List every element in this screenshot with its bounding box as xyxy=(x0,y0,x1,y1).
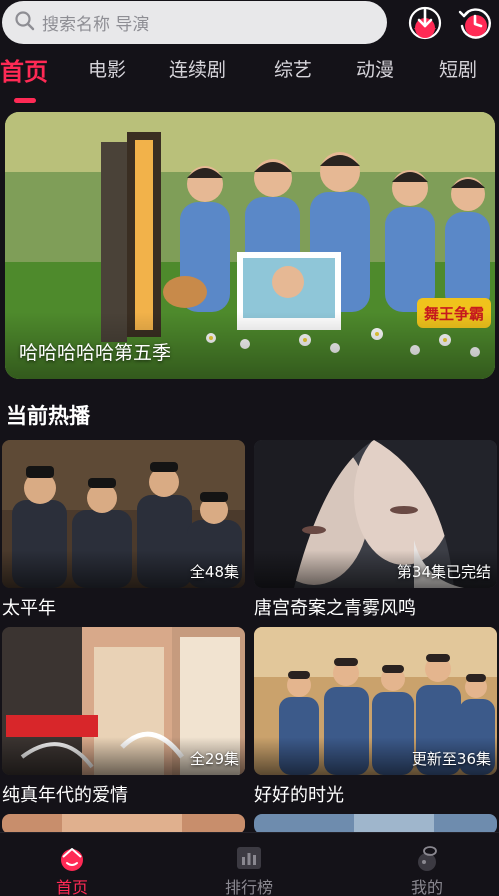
search-bar[interactable]: 搜索名称 导演 xyxy=(2,1,387,44)
section-title: 当前热播 xyxy=(6,404,90,428)
download-button[interactable] xyxy=(406,4,444,42)
nav-profile-label: 我的 xyxy=(410,878,443,896)
tab-short-drama[interactable]: 短剧 xyxy=(439,55,477,82)
show-card-taipingnian[interactable]: 全48集 太平年 xyxy=(2,440,245,619)
show-card-chunzhen[interactable]: 全29集 纯真年代的爱情 xyxy=(2,627,245,806)
home-icon xyxy=(32,843,112,873)
episode-badge: 更新至36集 xyxy=(411,750,491,768)
show-card-partial[interactable] xyxy=(254,814,497,834)
show-poster[interactable]: 全48集 xyxy=(2,440,245,588)
ranking-icon xyxy=(209,843,289,873)
app-screen: 搜索名称 导演 首页 电影 连续剧 综艺 动漫 短剧 哈哈哈哈哈第五季 当前热播… xyxy=(0,0,499,896)
show-poster[interactable] xyxy=(2,814,245,834)
tab-series[interactable]: 连续剧 xyxy=(169,55,226,82)
search-placeholder[interactable]: 搜索名称 导演 xyxy=(42,10,149,35)
profile-icon xyxy=(387,843,467,873)
show-title[interactable]: 唐宫奇案之青雾风鸣 xyxy=(254,594,416,620)
history-button[interactable] xyxy=(456,4,494,42)
nav-profile[interactable]: 我的 xyxy=(387,843,467,896)
history-icon xyxy=(456,8,494,46)
bottom-navigation: 首页 排行榜 我的 xyxy=(0,832,499,896)
episode-badge: 全29集 xyxy=(189,750,239,768)
category-tabs: 首页 电影 连续剧 综艺 动漫 短剧 xyxy=(0,55,499,105)
nav-home-label: 首页 xyxy=(55,878,88,896)
search-icon xyxy=(14,10,36,36)
banner-title: 哈哈哈哈哈第五季 xyxy=(19,342,172,364)
tab-movies[interactable]: 电影 xyxy=(88,55,126,82)
tab-anime[interactable]: 动漫 xyxy=(356,55,394,82)
show-card-partial[interactable] xyxy=(2,814,245,834)
active-tab-indicator xyxy=(14,98,36,103)
featured-banner[interactable]: 舞王争霸 哈哈哈哈哈第五季 xyxy=(5,112,495,379)
show-poster[interactable] xyxy=(254,814,497,834)
tab-home[interactable]: 首页 xyxy=(0,52,48,87)
show-card-haohao[interactable]: 更新至36集 好好的时光 xyxy=(254,627,497,806)
episode-badge: 第34集已完结 xyxy=(396,563,491,581)
tab-variety[interactable]: 综艺 xyxy=(274,55,312,82)
show-title[interactable]: 好好的时光 xyxy=(254,781,344,807)
show-poster[interactable]: 更新至36集 xyxy=(254,627,497,775)
show-poster[interactable]: 全29集 xyxy=(2,627,245,775)
nav-ranking[interactable]: 排行榜 xyxy=(209,843,289,896)
top-bar: 搜索名称 导演 xyxy=(0,0,499,46)
show-title[interactable]: 太平年 xyxy=(2,594,56,620)
show-title[interactable]: 纯真年代的爱情 xyxy=(2,781,128,807)
nav-ranking-label: 排行榜 xyxy=(224,878,273,896)
episode-badge: 全48集 xyxy=(189,563,239,581)
download-icon xyxy=(406,6,444,46)
show-poster[interactable]: 第34集已完结 xyxy=(254,440,497,588)
nav-home[interactable]: 首页 xyxy=(32,843,112,896)
show-card-tanggong[interactable]: 第34集已完结 唐宫奇案之青雾风鸣 xyxy=(254,440,497,619)
